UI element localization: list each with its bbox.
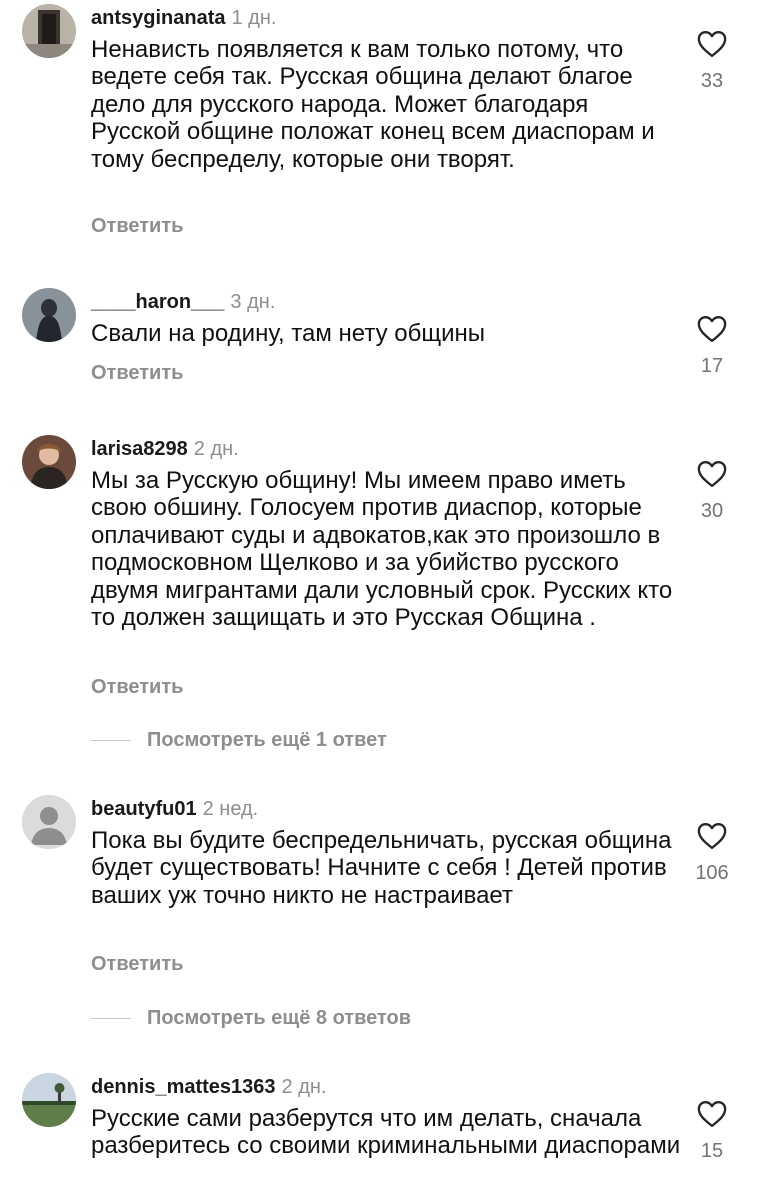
avatar-photo	[22, 435, 76, 489]
divider	[91, 1017, 131, 1019]
reply-button[interactable]: Ответить	[91, 676, 183, 699]
avatar[interactable]	[22, 435, 76, 489]
view-replies-button[interactable]: Посмотреть ещё 8 ответов	[91, 1006, 411, 1030]
heart-outline-icon[interactable]	[690, 30, 734, 58]
like-control: 33	[690, 30, 734, 92]
timestamp: 1 дн.	[231, 7, 277, 29]
timestamp: 2 дн.	[281, 1076, 327, 1098]
timestamp: 2 нед.	[202, 798, 259, 820]
comment-header: beautyfu01 2 нед.	[91, 797, 258, 821]
like-count: 33	[700, 70, 724, 92]
comment-header: dennis_mattes1363 2 дн.	[91, 1075, 327, 1099]
username[interactable]: ____haron___	[91, 291, 224, 313]
avatar-photo	[22, 288, 76, 342]
like-count: 30	[700, 500, 724, 522]
comment-text: Мы за Русскую общину! Мы имеем право име…	[91, 467, 673, 632]
heart-outline-icon[interactable]	[690, 315, 734, 343]
like-control: 17	[690, 315, 734, 377]
heart-outline-icon[interactable]	[690, 460, 734, 488]
like-control: 30	[690, 460, 734, 522]
comment-header: larisa8298 2 дн.	[91, 437, 239, 461]
timestamp: 2 дн.	[193, 438, 239, 460]
avatar[interactable]	[22, 1073, 76, 1127]
username[interactable]: larisa8298	[91, 438, 188, 460]
timestamp: 3 дн.	[230, 291, 276, 313]
like-count: 17	[700, 355, 724, 377]
comment-text: Пока вы будите беспредельничать, русская…	[91, 827, 672, 909]
view-replies-label: Посмотреть ещё 1 ответ	[147, 728, 387, 751]
comment-header: ____haron___ 3 дн.	[91, 290, 275, 314]
heart-outline-icon[interactable]	[690, 1100, 734, 1128]
like-control: 106	[690, 822, 734, 884]
reply-button[interactable]: Ответить	[91, 362, 183, 385]
reply-button[interactable]: Ответить	[91, 953, 183, 976]
person-silhouette-icon	[22, 795, 76, 849]
avatar[interactable]	[22, 288, 76, 342]
comment-text: Русские сами разберутся что им делать, с…	[91, 1105, 681, 1160]
avatar[interactable]	[22, 795, 76, 849]
avatar-photo	[22, 1073, 76, 1127]
like-count: 106	[695, 862, 729, 884]
comment-header: antsyginanata 1 дн.	[91, 6, 276, 30]
divider	[91, 739, 131, 741]
comment-text: Свали на родину, там нету общины	[91, 320, 485, 347]
heart-outline-icon[interactable]	[690, 822, 734, 850]
view-replies-button[interactable]: Посмотреть ещё 1 ответ	[91, 728, 387, 752]
avatar-photo	[22, 4, 76, 58]
like-count: 15	[700, 1140, 724, 1162]
view-replies-label: Посмотреть ещё 8 ответов	[147, 1006, 412, 1029]
reply-button[interactable]: Ответить	[91, 215, 183, 238]
avatar[interactable]	[22, 4, 76, 58]
username[interactable]: antsyginanata	[91, 7, 225, 29]
like-control: 15	[690, 1100, 734, 1162]
username[interactable]: beautyfu01	[91, 798, 197, 820]
username[interactable]: dennis_mattes1363	[91, 1076, 276, 1098]
comment-text: Ненависть появляется к вам только потому…	[91, 36, 655, 173]
